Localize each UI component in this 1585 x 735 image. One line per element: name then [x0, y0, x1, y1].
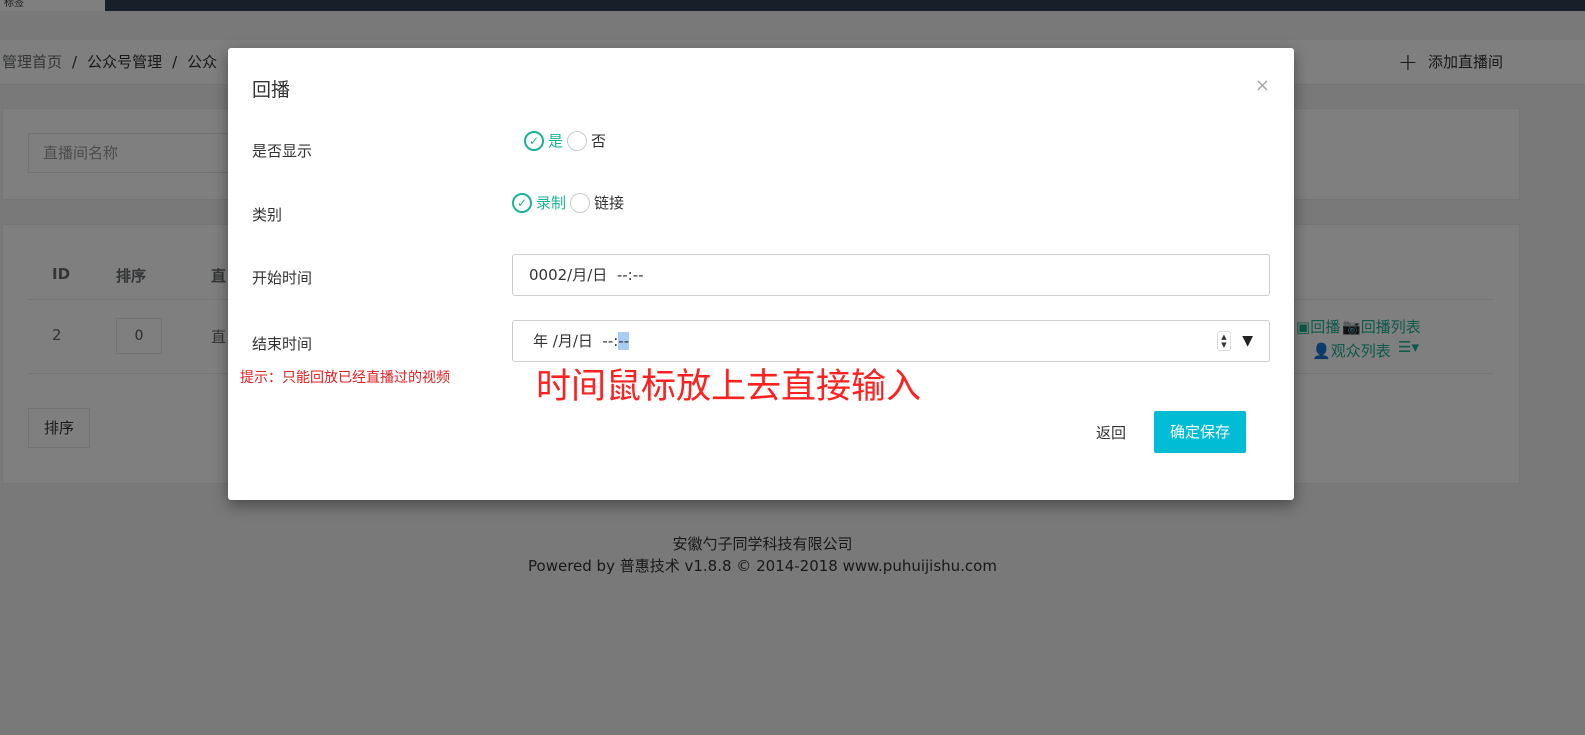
end-time-minute-segment[interactable]: -- — [618, 332, 630, 350]
spin-up-icon: ▲ — [1221, 333, 1227, 341]
hint-text: 提示：只能回放已经直播过的视频 — [240, 370, 450, 386]
display-radio-group: ✓ 是 否 — [524, 130, 606, 151]
close-icon[interactable]: × — [1255, 76, 1270, 96]
category-label: 类别 — [252, 206, 283, 224]
start-time-value: 0002/月/日 --:-- — [529, 266, 644, 284]
modal-title: 回播 — [252, 79, 291, 101]
display-no-label[interactable]: 否 — [591, 130, 606, 151]
end-time-value: 年 /月/日 --: — [533, 332, 619, 350]
category-radio-group: ✓ 录制 链接 — [512, 192, 624, 213]
category-link-label[interactable]: 链接 — [594, 192, 624, 213]
dropdown-arrow-icon[interactable]: ▼ — [1242, 321, 1253, 361]
start-time-label: 开始时间 — [252, 269, 313, 287]
back-button[interactable]: 返回 — [1096, 422, 1126, 443]
category-record-radio[interactable]: ✓ — [512, 192, 532, 213]
check-icon: ✓ — [516, 195, 528, 210]
display-label: 是否显示 — [252, 142, 313, 160]
check-icon: ✓ — [528, 133, 540, 148]
display-yes-radio[interactable]: ✓ — [524, 130, 544, 151]
annotation-text: 时间鼠标放上去直接输入 — [536, 367, 922, 407]
display-no-radio[interactable] — [567, 130, 588, 151]
category-record-label[interactable]: 录制 — [536, 192, 566, 213]
save-button[interactable]: 确定保存 — [1154, 411, 1246, 453]
start-time-input[interactable]: 0002/月/日 --:-- — [512, 254, 1270, 296]
spin-down-icon: ▼ — [1221, 341, 1227, 349]
end-time-input[interactable]: 年 /月/日 --:-- ▲ ▼ ▼ — [512, 320, 1270, 362]
spinner-icon[interactable]: ▲ ▼ — [1217, 331, 1231, 351]
category-link-radio[interactable] — [570, 192, 591, 213]
replay-modal: 回播 × 是否显示 ✓ 是 否 类别 ✓ 录制 链接 开始时间 0002/月/日… — [228, 48, 1294, 500]
display-yes-label[interactable]: 是 — [548, 130, 563, 151]
end-time-label: 结束时间 — [252, 335, 313, 353]
